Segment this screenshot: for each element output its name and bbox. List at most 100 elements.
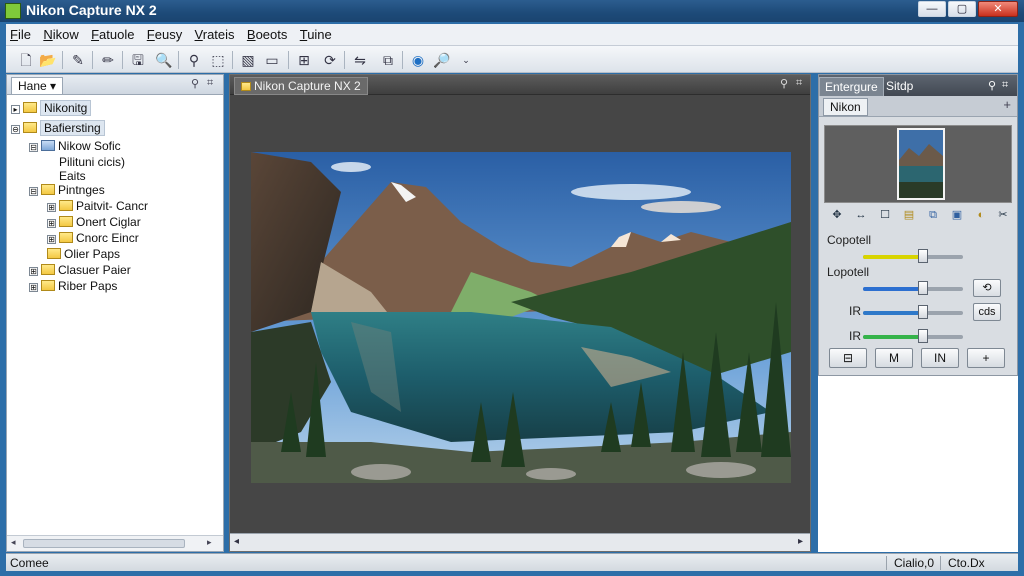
save-icon[interactable]: 🖫 xyxy=(128,50,148,70)
menu-vrateis[interactable]: Vrateis xyxy=(191,24,239,42)
expander-icon[interactable]: ⊟ xyxy=(29,187,38,196)
tab-entergure[interactable]: Entergure xyxy=(819,77,884,97)
tree-item[interactable]: ⊞ Paitvit- Cancr xyxy=(47,199,148,213)
slider-knob[interactable] xyxy=(918,249,928,263)
scroll-left-icon[interactable]: ◂ xyxy=(234,536,239,547)
float-icon[interactable]: ⌗ xyxy=(207,77,213,90)
menu-fatuole[interactable]: Fatuole xyxy=(87,24,138,42)
zoom-icon[interactable]: 🔍 xyxy=(154,50,174,70)
tree-item-label: Riber Paps xyxy=(58,279,118,293)
menu-tuine[interactable]: Tuine xyxy=(296,24,336,42)
new-icon[interactable]: 🗋 xyxy=(16,50,36,70)
tree-item[interactable]: ⊟ Nikow Sofic xyxy=(29,139,121,153)
scroll-right-icon[interactable]: ▸ xyxy=(207,537,212,548)
scroll-thumb[interactable] xyxy=(23,539,185,548)
float-icon[interactable]: ⌗ xyxy=(796,77,802,90)
slider-knob[interactable] xyxy=(918,305,928,319)
arrows-icon[interactable]: ↔ xyxy=(853,207,869,223)
slider-button[interactable]: cds xyxy=(973,303,1001,321)
horizontal-scrollbar[interactable]: ◂ ▸ xyxy=(7,535,223,551)
adjust-slider[interactable] xyxy=(863,305,963,319)
expander-icon[interactable]: ▸ xyxy=(11,105,20,114)
tree-item[interactable]: ⊟ Pintnges xyxy=(29,183,105,197)
bottom-button-2[interactable]: M xyxy=(875,348,913,368)
bottom-button-4[interactable]: + xyxy=(967,348,1005,368)
dropdown-icon[interactable]: ⌄ xyxy=(456,50,476,70)
tree-item-label: Pilituni cicis) xyxy=(59,155,126,169)
tree-item[interactable]: Eaits xyxy=(59,169,86,183)
menu-nikow[interactable]: Nikow xyxy=(39,24,82,42)
toolbar-divider xyxy=(288,51,289,69)
tree-item[interactable]: Pilituni cicis) xyxy=(59,155,125,169)
toolbar-divider xyxy=(178,51,179,69)
thumbnail-image[interactable] xyxy=(897,128,945,200)
screen-icon[interactable]: ▭ xyxy=(262,50,282,70)
expander-icon[interactable]: ⊞ xyxy=(29,267,38,276)
tab-sitdp[interactable]: Sitdp xyxy=(881,77,918,95)
slider-button[interactable]: ⟲ xyxy=(973,279,1001,297)
search-icon[interactable]: ⚲ xyxy=(184,50,204,70)
tab-nikon[interactable]: Nikon xyxy=(823,98,868,116)
scroll-left-icon[interactable]: ◂ xyxy=(11,537,16,548)
folder-tree: ▸ Nikonitg ⊖ Bafiersting ⊟ Nikow Sofic Pilitun… xyxy=(7,95,223,531)
rotate-icon[interactable]: ⟳ xyxy=(320,50,340,70)
scroll-right-icon[interactable]: ▸ xyxy=(798,536,803,547)
pin-icon[interactable]: ⚲ xyxy=(780,77,788,90)
maximize-button[interactable]: ▢ xyxy=(948,1,976,17)
tree-item[interactable]: ⊞ Riber Paps xyxy=(29,279,117,293)
close-button[interactable]: ✕ xyxy=(978,1,1018,17)
expander-icon[interactable]: ⊞ xyxy=(47,203,56,212)
tree-item[interactable]: ⊞ Cnorc Eincr xyxy=(47,231,139,245)
menu-boeots[interactable]: Boeots xyxy=(243,24,291,42)
image-adjust-icon[interactable]: ▣ xyxy=(949,207,965,223)
adjust-slider[interactable] xyxy=(863,329,963,343)
expander-icon[interactable]: ⊞ xyxy=(47,235,56,244)
expander-icon[interactable]: ⊞ xyxy=(47,219,56,228)
pipette-icon[interactable]: ✎ xyxy=(68,50,88,70)
bottom-button-1[interactable]: ⊟ xyxy=(829,348,867,368)
layers-icon[interactable]: ⧉ xyxy=(925,207,941,223)
compare-icon[interactable]: ⇋ xyxy=(350,50,370,70)
slider-knob[interactable] xyxy=(918,281,928,295)
globe-icon[interactable]: ◉ xyxy=(408,50,428,70)
tree-item[interactable]: ⊖ Bafiersting xyxy=(11,120,105,136)
tree-item[interactable]: ⊞ Clasuer Paier xyxy=(29,263,131,277)
pencil-icon[interactable]: ✏ xyxy=(98,50,118,70)
tab-home[interactable]: Hane ▾ xyxy=(11,77,64,95)
add-icon[interactable]: + xyxy=(1003,97,1011,112)
document-icon[interactable]: ▤ xyxy=(901,207,917,223)
edit-icon[interactable]: ✥ xyxy=(829,207,845,223)
minimize-button[interactable]: — xyxy=(918,1,946,17)
bottom-button-3[interactable]: IN xyxy=(921,348,959,368)
grid-icon[interactable]: ⊞ xyxy=(294,50,314,70)
tree-item[interactable]: ⊞ Onert Ciglar xyxy=(47,215,141,229)
browser-panel-header: Hane ▾ ⚲ ⌗ xyxy=(7,75,223,95)
image-icon[interactable]: ▧ xyxy=(238,50,258,70)
levels-icon[interactable]: ◐ xyxy=(973,207,989,223)
slider-label: Copotell xyxy=(827,233,872,247)
landscape-photo[interactable] xyxy=(251,152,791,483)
status-divider xyxy=(886,556,887,570)
tab-viewer[interactable]: Nikon Capture NX 2 xyxy=(234,77,368,95)
tools-icon[interactable]: ✂ xyxy=(995,207,1011,223)
landscape-image xyxy=(251,152,791,483)
adjust-slider[interactable] xyxy=(863,281,963,295)
pin-icon[interactable]: ⚲ xyxy=(191,77,199,90)
frame-icon[interactable]: ☐ xyxy=(877,207,893,223)
tree-item[interactable]: Olier Paps xyxy=(47,247,120,261)
menu-file[interactable]: File xyxy=(6,24,35,42)
float-icon[interactable]: ⌗ xyxy=(997,77,1013,94)
layers-toolbar-icon[interactable]: ⧉ xyxy=(378,50,398,70)
adjust-slider[interactable] xyxy=(863,249,963,263)
toolbar-divider xyxy=(122,51,123,69)
viewer-scrollbar[interactable]: ◂ ▸ xyxy=(230,533,810,551)
menu-feusy[interactable]: Feusy xyxy=(143,24,186,42)
magnify-icon[interactable]: 🔎 xyxy=(432,50,452,70)
expander-icon[interactable]: ⊖ xyxy=(11,125,20,134)
expander-icon[interactable]: ⊞ xyxy=(29,283,38,292)
crop-icon[interactable]: ⬚ xyxy=(208,50,228,70)
slider-knob[interactable] xyxy=(918,329,928,343)
expander-icon[interactable]: ⊟ xyxy=(29,143,38,152)
open-folder-icon[interactable]: 📂 xyxy=(38,50,58,70)
tree-item[interactable]: ▸ Nikonitg xyxy=(11,100,92,116)
